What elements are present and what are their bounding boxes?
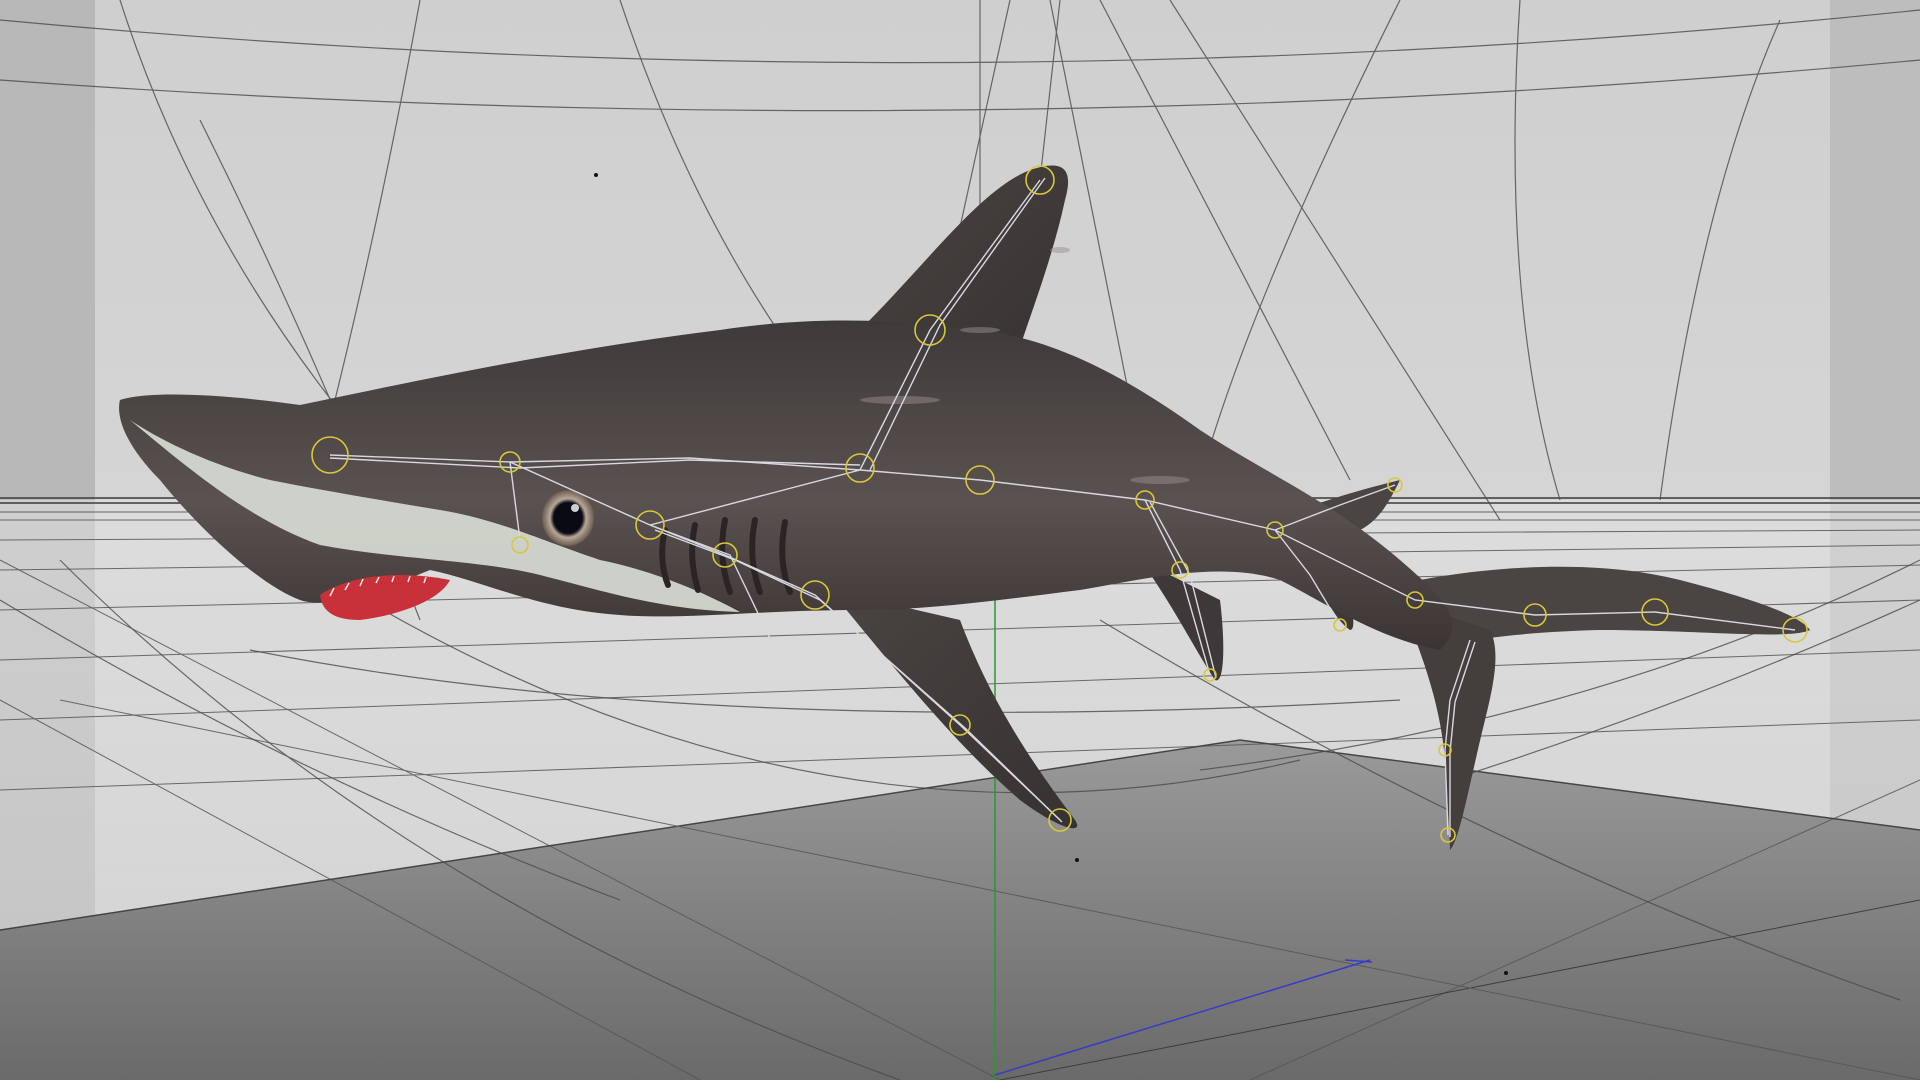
shark-eye xyxy=(542,490,594,546)
viewport-scene[interactable] xyxy=(0,0,1920,1080)
scene-dot xyxy=(594,173,598,177)
eye-highlight xyxy=(571,504,579,512)
scene-dot xyxy=(1504,971,1508,975)
scene-dot xyxy=(1075,858,1079,862)
3d-viewport[interactable] xyxy=(0,0,1920,1080)
